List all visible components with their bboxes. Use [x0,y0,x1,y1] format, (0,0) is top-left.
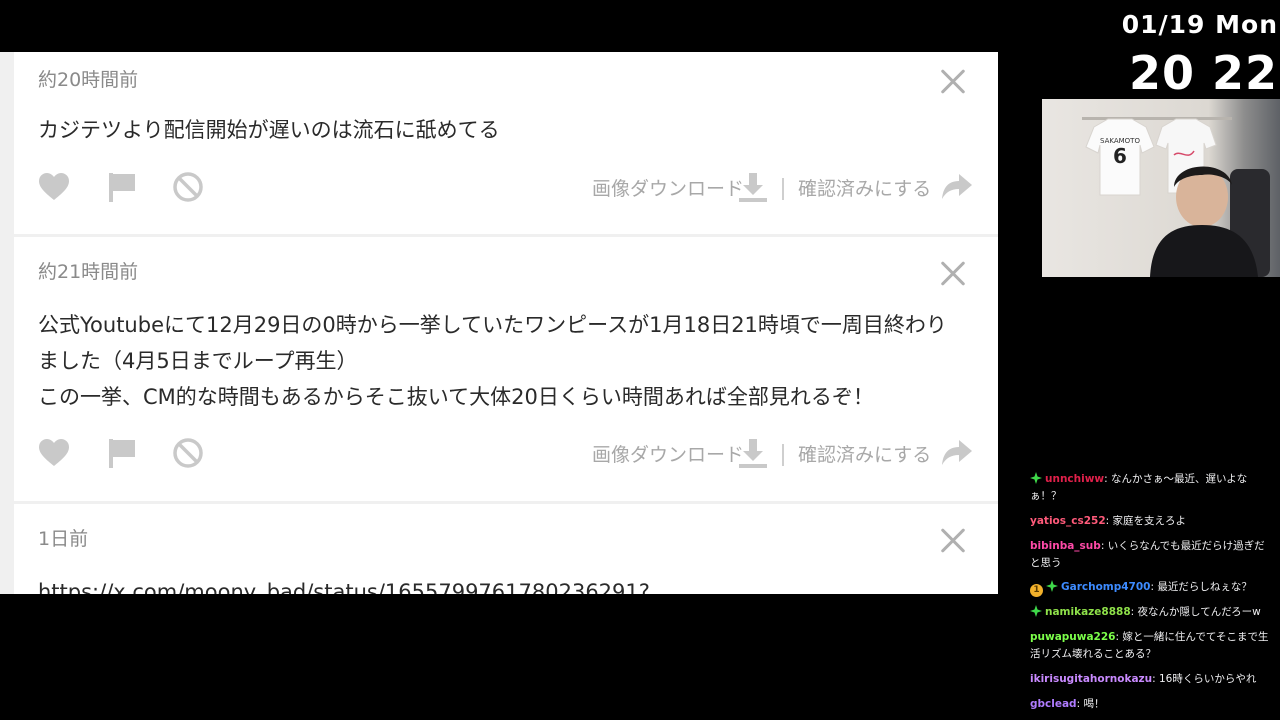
post-card: 約21時間前 公式Youtubeにて12月29日の0時から一挙していたワンピース… [14,237,998,501]
block-icon[interactable] [172,171,204,203]
chat-text: : 家庭を支えろよ [1105,515,1187,527]
chat-username[interactable]: Garchomp4700 [1061,581,1150,593]
bits-badge: 1 [1030,584,1043,597]
post-message: 公式Youtubeにて12月29日の0時から一挙していたワンピースが1月18日2… [38,307,978,415]
flag-icon[interactable] [106,437,138,469]
action-divider [782,178,784,200]
heart-icon[interactable] [38,438,70,468]
download-icon[interactable] [737,171,769,203]
share-arrow-icon[interactable] [941,173,973,201]
chat-text: : 16時くらいからやれ [1152,673,1257,685]
post-actions: 画像ダウンロード 確認済みにする [14,434,998,474]
chat-username[interactable]: unnchiww [1045,473,1104,485]
sub-badge-icon [1030,472,1042,484]
post-actions: 画像ダウンロード 確認済みにする [14,168,998,208]
download-image-button[interactable]: 画像ダウンロード [592,174,744,201]
message-board: 約20時間前 カジテツより配信開始が遅いのは流石に舐めてる 画像ダウンロード 確… [0,52,998,594]
sub-badge-icon [1046,580,1058,592]
mark-confirmed-button[interactable]: 確認済みにする [798,440,931,467]
block-icon[interactable] [172,437,204,469]
chat-username[interactable]: ikirisugitahornokazu [1030,673,1152,685]
post-message: https://x.com/moony_bad/status/165579976… [38,574,978,594]
chat-text: : 喝！ [1076,698,1105,710]
post-card: 約20時間前 カジテツより配信開始が遅いのは流石に舐めてる 画像ダウンロード 確… [14,52,998,234]
post-time: 約20時間前 [38,69,139,91]
download-image-button[interactable]: 画像ダウンロード [592,440,744,467]
sub-badge-icon [1030,605,1042,617]
post-time: 1日前 [38,528,89,550]
chat-username[interactable]: bibinba_sub [1030,540,1101,552]
post-card: 1日前 https://x.com/moony_bad/status/16557… [14,504,998,594]
flag-icon[interactable] [106,171,138,203]
post-line: この一挙、CM的な時間もあるからそこ抜いて大体20日くらい時間あれば全部見れるぞ… [38,385,874,409]
chat-message: gbclead: 喝！ [1030,696,1274,713]
post-message: カジテツより配信開始が遅いのは流石に舐めてる [38,112,978,148]
share-arrow-icon[interactable] [941,439,973,467]
chat-message: 1 Garchomp4700: 最近だらしねぇな？ [1030,579,1274,597]
chat-panel: unnchiww: なんかさぁ〜最近、遅いよなぁ！？ yatios_cs252:… [1022,468,1280,720]
chat-text: : 最近だらしねぇな？ [1150,581,1252,593]
post-link[interactable]: https://x.com/moony_bad/status/165579976… [38,574,978,594]
close-icon[interactable] [940,260,966,286]
chat-message: unnchiww: なんかさぁ〜最近、遅いよなぁ！？ [1030,471,1274,505]
action-divider [782,444,784,466]
chat-username[interactable]: namikaze8888 [1045,606,1131,618]
chat-message: ikirisugitahornokazu: 16時くらいからやれ [1030,671,1274,688]
post-line: 公式Youtubeにて12月29日の0時から一挙していたワンピースが1月18日2… [38,313,947,337]
mark-confirmed-button[interactable]: 確認済みにする [798,174,931,201]
chat-username[interactable]: yatios_cs252 [1030,515,1106,527]
close-icon[interactable] [940,68,966,94]
chat-badges [1030,472,1045,485]
jersey-number: 6 [1113,144,1127,168]
post-line: カジテツより配信開始が遅いのは流石に舐めてる [38,118,500,142]
post-time: 約21時間前 [38,261,139,283]
chat-message: puwapuwa226: 嫁と一緒に住んでてそこまで生活リズム壊れることある？ [1030,629,1274,663]
chat-username[interactable]: gbclead [1030,698,1077,710]
heart-icon[interactable] [38,172,70,202]
chat-message: namikaze8888: 夜なんか隠してんだろーw [1030,604,1274,621]
clock-date: 01/19 Mon [1121,10,1278,39]
clock-time: 20 22 [1128,46,1278,100]
download-icon[interactable] [737,437,769,469]
chat-message: yatios_cs252: 家庭を支えろよ [1030,513,1274,530]
webcam-feed: SAKAMOTO 6 [1042,99,1280,277]
chat-message: bibinba_sub: いくらなんでも最近だらけ過ぎだと思う [1030,538,1274,572]
post-line: ました（4月5日までループ再生） [38,349,358,373]
chat-text: : 夜なんか隠してんだろーw [1130,606,1261,618]
webcam-image: SAKAMOTO 6 [1082,117,1270,277]
close-icon[interactable] [940,527,966,553]
chat-username[interactable]: puwapuwa226 [1030,631,1115,643]
